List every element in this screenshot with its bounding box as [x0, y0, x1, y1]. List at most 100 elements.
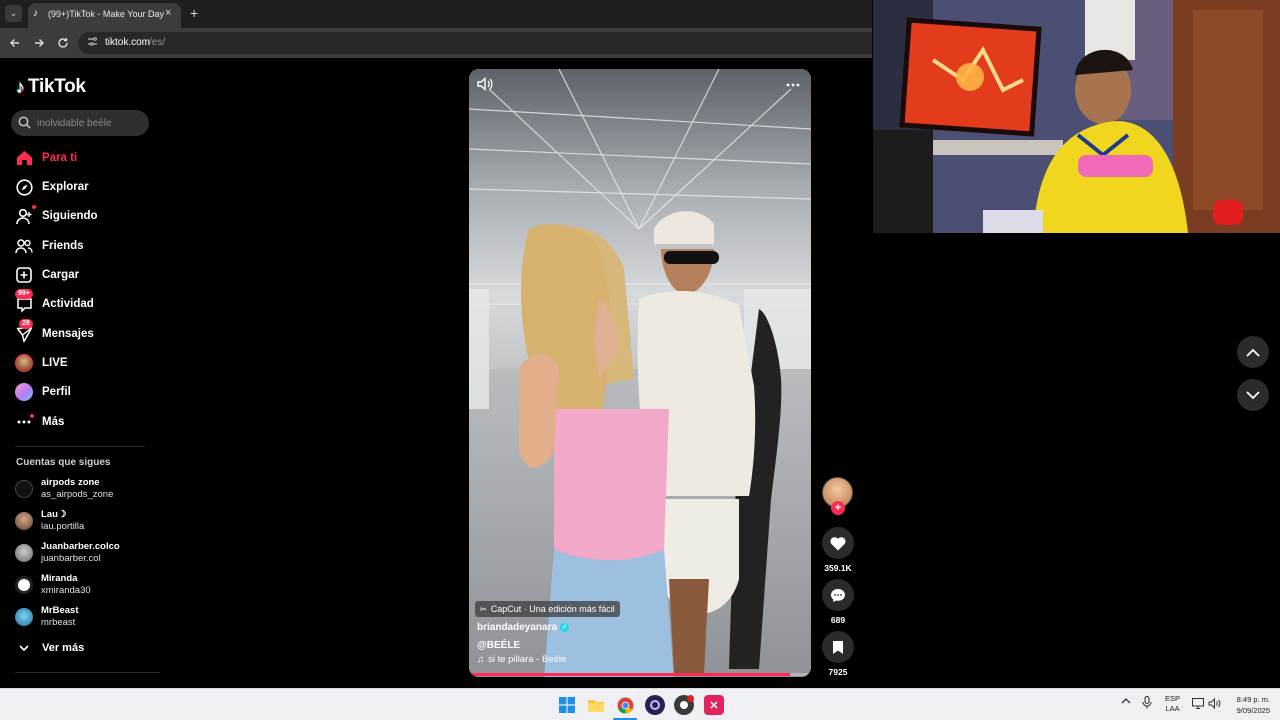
microphone-icon — [1142, 695, 1152, 709]
chevron-up-icon — [1121, 698, 1131, 704]
video-author[interactable]: briandadeyanara ✓ — [477, 622, 570, 633]
previous-video-button[interactable] — [1237, 336, 1269, 368]
browser-tab-bar: ⌄ ♪ (99+)TikTok - Make Your Day × + — [0, 0, 872, 28]
start-button[interactable] — [557, 695, 577, 715]
capcut-icon: ✂ — [480, 604, 487, 614]
nav-label: Mensajes — [42, 328, 94, 340]
nav-item-live[interactable]: LIVE — [15, 351, 155, 375]
url-host: tiktok.com — [105, 37, 151, 48]
reload-button[interactable] — [54, 34, 71, 51]
folder-icon — [588, 699, 604, 712]
os-taskbar: ✕ ESP LAA 8:49 p. m. 9/09/2025 — [0, 688, 1280, 720]
upload-icon — [15, 266, 33, 284]
video-caption[interactable]: @BEÉLE — [477, 640, 520, 651]
following-accounts-header: Cuentas que sigues — [16, 457, 111, 468]
friends-icon — [15, 237, 33, 255]
followed-account[interactable]: Miranda xmiranda30 — [14, 571, 154, 599]
back-button[interactable] — [6, 34, 23, 51]
tiktok-note-icon: ♪ — [16, 76, 25, 97]
clock-time: 8:49 p. m. — [1236, 695, 1270, 704]
video-progress-fill — [469, 673, 791, 676]
avatar — [15, 544, 33, 562]
url-path: /es/ — [149, 37, 166, 48]
video-frame-scene — [469, 69, 811, 677]
video-sound-link[interactable]: ♫ si te pillara - Beéle — [477, 654, 566, 665]
more-icon — [15, 413, 34, 431]
verified-icon: ✓ — [560, 622, 570, 632]
comment-button[interactable] — [822, 579, 854, 611]
tab-close-button[interactable]: × — [165, 7, 171, 19]
nav-item-siguiendo[interactable]: Siguiendo — [15, 204, 155, 228]
keyboard-layout: LAA — [1165, 704, 1180, 713]
monitor-network-icon — [1192, 698, 1204, 709]
activity-icon: 99+ — [15, 289, 33, 313]
chevron-down-icon — [19, 645, 29, 652]
next-video-button[interactable] — [1237, 379, 1269, 411]
chevron-up-icon — [1246, 348, 1260, 357]
account-name: Lau☽ — [41, 509, 67, 520]
see-more-button[interactable]: Ver más — [15, 639, 84, 657]
avatar — [15, 480, 33, 498]
nav-item-actividad[interactable]: 99+ Actividad — [15, 289, 155, 316]
input-language-indicator[interactable]: ESP LAA — [1165, 694, 1180, 714]
notification-dot — [30, 414, 34, 418]
nav-item-mensajes[interactable]: 28 Mensajes — [15, 319, 155, 346]
tiktok-logo[interactable]: ♪ TikTok — [16, 76, 86, 98]
tiktok-favicon-icon: ♪ — [33, 8, 38, 19]
nav-item-para-ti[interactable]: Para ti — [15, 146, 155, 170]
video-player[interactable]: ✂ CapCut · Una edición más fácil brianda… — [469, 69, 811, 677]
nav-item-mas[interactable]: Más — [15, 410, 155, 434]
nav-label: Para ti — [42, 152, 78, 164]
nav-item-explorar[interactable]: Explorar — [15, 175, 155, 199]
microphone-button[interactable] — [1142, 695, 1152, 712]
nav-item-friends[interactable]: Friends — [15, 234, 155, 258]
nav-label: Actividad — [42, 298, 94, 310]
clock-date: 9/09/2025 — [1236, 706, 1270, 715]
nav-label: Cargar — [42, 269, 80, 281]
search-bar[interactable] — [11, 110, 149, 136]
nav-label: Perfil — [42, 386, 71, 398]
obs-icon — [650, 700, 660, 710]
profile-avatar — [15, 383, 33, 401]
save-count: 7925 — [828, 667, 848, 677]
address-bar[interactable]: tiktok.com /es/ — [78, 32, 872, 54]
search-icon[interactable] — [18, 116, 31, 129]
x-icon: ✕ — [709, 699, 719, 712]
obs-button[interactable] — [645, 695, 665, 715]
capcut-app-button[interactable]: ✕ — [704, 695, 724, 715]
like-button[interactable] — [822, 527, 854, 559]
file-explorer-button[interactable] — [586, 695, 606, 715]
webcam-overlay — [873, 0, 1280, 233]
browser-toolbar: tiktok.com /es/ — [0, 28, 872, 58]
speaker-icon — [1208, 697, 1221, 710]
followed-account[interactable]: airpods zone as_airpods_zone — [14, 475, 154, 503]
capcut-tag[interactable]: ✂ CapCut · Una edición más fácil — [475, 601, 620, 617]
followed-account[interactable]: Lau☽ lau.portilla — [14, 507, 154, 535]
forward-button[interactable] — [30, 34, 47, 51]
system-clock[interactable]: 8:49 p. m. 9/09/2025 — [1226, 694, 1270, 716]
volume-button[interactable] — [1208, 697, 1221, 712]
tab-search-button[interactable]: ⌄ — [5, 5, 22, 22]
video-progress-bar[interactable] — [469, 673, 811, 676]
new-tab-button[interactable]: + — [190, 5, 198, 21]
network-button[interactable] — [1192, 698, 1204, 712]
comment-count: 689 — [830, 615, 846, 625]
heart-icon — [830, 536, 846, 550]
nav-item-cargar[interactable]: Cargar — [15, 263, 155, 287]
chrome-icon — [617, 697, 633, 713]
sidebar-divider — [15, 446, 145, 447]
followed-account[interactable]: MrBeast mrbeast — [14, 603, 154, 631]
follow-button[interactable]: + — [831, 501, 845, 515]
save-button[interactable] — [822, 631, 854, 663]
mute-button[interactable] — [477, 76, 493, 94]
search-input[interactable] — [37, 110, 145, 136]
tray-overflow-button[interactable] — [1121, 697, 1131, 708]
music-note-icon: ♫ — [477, 654, 485, 665]
chrome-button[interactable] — [615, 695, 635, 715]
browser-tab[interactable]: ♪ (99+)TikTok - Make Your Day × — [28, 3, 181, 28]
nav-item-perfil[interactable]: Perfil — [15, 380, 155, 404]
video-more-options-button[interactable] — [785, 75, 801, 93]
following-icon — [15, 205, 36, 225]
site-info-icon[interactable] — [87, 36, 98, 50]
followed-account[interactable]: Juanbarber.colco juanbarber.col — [14, 539, 154, 567]
